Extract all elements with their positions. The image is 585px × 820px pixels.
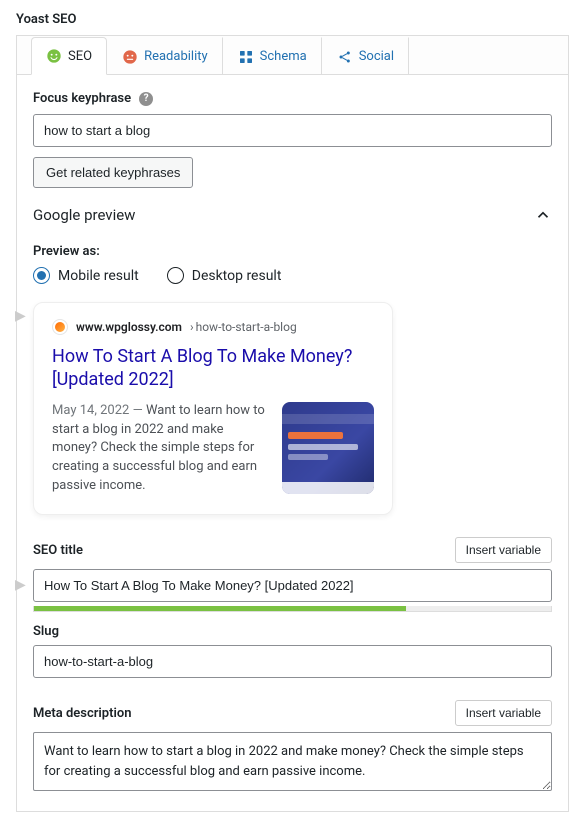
get-related-keyphrases-button[interactable]: Get related keyphrases [33, 157, 193, 188]
preview-path-sep: › [190, 320, 194, 334]
seo-title-progress [33, 606, 552, 612]
tab-social-label: Social [359, 49, 394, 64]
slug-input[interactable] [33, 645, 552, 678]
meta-description-insert-variable-button[interactable]: Insert variable [455, 700, 552, 726]
preview-domain: www.wpglossy.com [76, 320, 182, 334]
seo-title-insert-variable-button[interactable]: Insert variable [455, 537, 552, 563]
radio-checked-icon [33, 267, 50, 284]
google-preview-heading: Google preview [33, 206, 135, 224]
radio-unchecked-icon [167, 267, 184, 284]
meta-description-label: Meta description [33, 706, 131, 721]
mobile-result-label: Mobile result [58, 268, 139, 284]
preview-thumbnail [282, 402, 374, 494]
share-icon [337, 49, 353, 65]
desktop-result-label: Desktop result [192, 268, 282, 284]
tab-readability[interactable]: Readability [107, 37, 223, 75]
desktop-result-radio[interactable]: Desktop result [167, 267, 282, 284]
caret-icon: ▶ [15, 577, 26, 593]
seo-title-input[interactable] [33, 569, 552, 602]
preview-date: May 14, 2022 [52, 403, 129, 418]
focus-keyphrase-label: Focus keyphrase [33, 91, 131, 106]
focus-keyphrase-input[interactable] [33, 114, 552, 147]
slug-label: Slug [33, 624, 59, 639]
tab-schema[interactable]: Schema [223, 37, 322, 75]
help-icon[interactable]: ? [139, 92, 153, 106]
seo-panel: Focus keyphrase ? Get related keyphrases… [17, 75, 568, 811]
tab-seo[interactable]: SEO [31, 37, 107, 75]
yoast-metabox: SEO Readability Schema Social Focus keyp… [16, 35, 569, 812]
tab-bar: SEO Readability Schema Social [17, 36, 568, 75]
caret-icon: ▶ [15, 308, 26, 324]
chevron-up-icon [534, 206, 552, 224]
mobile-result-radio[interactable]: Mobile result [33, 267, 139, 284]
preview-text: May 14, 2022 — Want to learn how to star… [52, 402, 268, 496]
smiley-good-icon [46, 48, 62, 64]
seo-title-label: SEO title [33, 543, 83, 558]
meta-description-input[interactable] [33, 732, 552, 791]
preview-separator: — [133, 403, 143, 418]
smiley-ok-icon [122, 49, 138, 65]
tab-schema-label: Schema [260, 49, 307, 64]
tab-seo-label: SEO [68, 49, 92, 64]
preview-as-label: Preview as: [33, 244, 552, 259]
plugin-title: Yoast SEO [16, 8, 569, 35]
google-preview-toggle[interactable]: Google preview [33, 188, 552, 234]
tab-social[interactable]: Social [322, 37, 409, 75]
preview-title: How To Start A Blog To Make Money? [Upda… [52, 345, 374, 392]
google-preview-card: www.wpglossy.com › how-to-start-a-blog H… [33, 302, 393, 515]
grid-icon [238, 49, 254, 65]
tab-readability-label: Readability [144, 49, 208, 64]
preview-path: how-to-start-a-blog [196, 320, 297, 334]
favicon-icon [52, 319, 68, 335]
